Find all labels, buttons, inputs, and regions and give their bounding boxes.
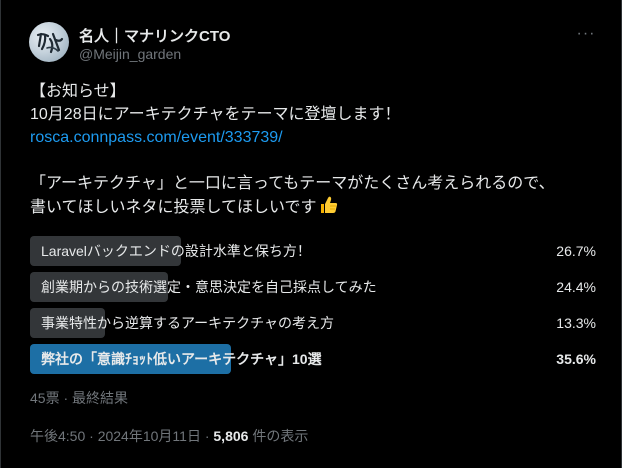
tweet-line-event: 10月28日にアーキテクチャをテーマに登壇します！: [30, 106, 401, 123]
poll-option-label: 創業期からの技術選定・意思決定を自己採点してみた: [41, 279, 377, 295]
poll-option-percent: 13.3%: [556, 315, 596, 331]
tweet-timestamp[interactable]: 午後4:50 · 2024年10月11日 · 5,806 件の表示: [30, 426, 308, 446]
tweet-line-request: 書いてほしいネタに投票してほしいです: [30, 195, 600, 222]
poll-option-percent: 24.4%: [556, 279, 596, 295]
poll-option-percent: 26.7%: [556, 243, 596, 259]
poll-option[interactable]: 事業特性から逆算するアーキテクチャの考え方 13.3%: [30, 308, 596, 338]
event-link[interactable]: rosca.connpass.com/event/333739/: [30, 129, 283, 146]
user-handle[interactable]: @Meijin_garden: [79, 46, 181, 62]
tweet-line-request-text: 書いてほしいネタに投票してほしいです: [30, 199, 317, 216]
thumbs-up-icon: [319, 195, 339, 222]
poll-option-label: Laravelバックエンドの設計水準と保ち方！: [41, 243, 311, 259]
avatar-image: [36, 32, 64, 54]
poll-option[interactable]: 創業期からの技術選定・意思決定を自己採点してみた 24.4%: [30, 272, 596, 302]
poll-option-percent: 35.6%: [556, 351, 596, 367]
avatar[interactable]: [29, 22, 69, 62]
tweet-line-topic: 「アーキテクチャ」と一口に言ってもテーマがたくさん考えられるので、: [30, 175, 555, 192]
poll-option-winner[interactable]: 弊社の「意識ﾁｮｯﾄ低いアーキテクチャ」10選 35.6%: [30, 344, 596, 374]
post-time[interactable]: 午後4:50 · 2024年10月11日 ·: [30, 428, 213, 444]
views-label: 件の表示: [248, 428, 309, 444]
tweet-card: 名人｜マナリンクCTO @Meijin_garden ··· 【お知らせ】 10…: [0, 0, 622, 468]
poll-results-meta: 45票 · 最終結果: [30, 390, 129, 406]
views-count: 5,806: [213, 428, 249, 444]
poll: Laravelバックエンドの設計水準と保ち方！ 26.7% 創業期からの技術選定…: [30, 236, 596, 380]
more-horizontal-icon: ···: [576, 25, 596, 42]
poll-option-label: 事業特性から逆算するアーキテクチャの考え方: [41, 315, 335, 331]
display-name[interactable]: 名人｜マナリンクCTO: [79, 25, 230, 46]
tweet-line-announcement: 【お知らせ】: [30, 83, 126, 100]
tweet-text: 【お知らせ】 10月28日にアーキテクチャをテーマに登壇します！ rosca.c…: [30, 80, 600, 222]
poll-option-label: 弊社の「意識ﾁｮｯﾄ低いアーキテクチャ」10選: [41, 351, 322, 367]
poll-option[interactable]: Laravelバックエンドの設計水準と保ち方！ 26.7%: [30, 236, 596, 266]
more-options-button[interactable]: ···: [573, 24, 599, 44]
